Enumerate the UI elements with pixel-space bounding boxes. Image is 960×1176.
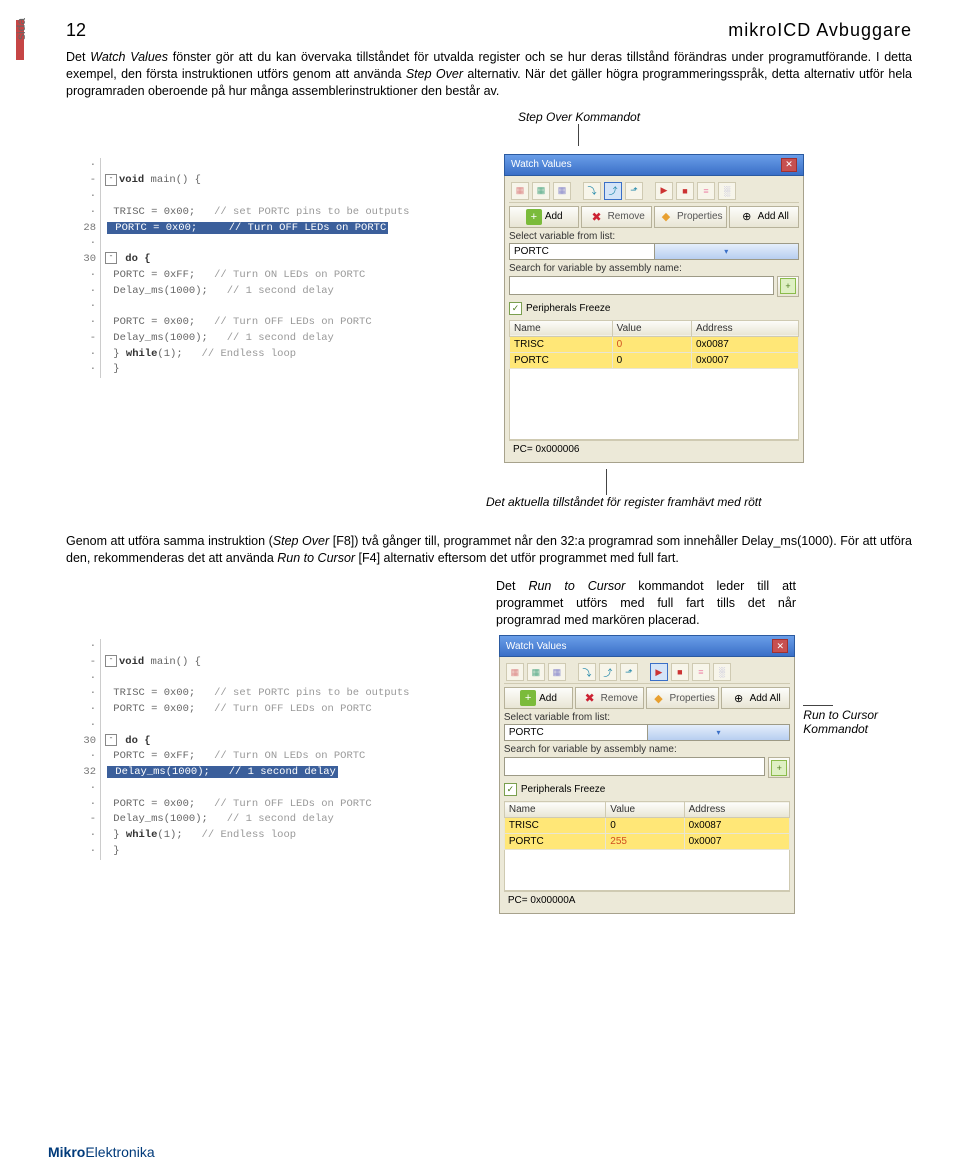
search-label: Search for variable by assembly name: [509, 263, 799, 274]
pc-status: PC= 0x00000A [504, 891, 790, 909]
properties-icon: ◆ [650, 690, 666, 706]
add-all-icon: ⊕ [739, 209, 755, 225]
table-empty-area [509, 369, 799, 440]
watch-table: NameValueAddress TRISC00x0087 PORTC2550x… [504, 801, 790, 850]
highlighted-line: Delay_ms(1000); // 1 second delay [107, 766, 338, 778]
step-into-icon[interactable]: ⤵ [578, 663, 596, 681]
properties-button[interactable]: ◆Properties [646, 687, 719, 709]
sida-label: sida [14, 18, 28, 40]
add-button[interactable]: +Add [504, 687, 573, 709]
table-row[interactable]: TRISC00x0087 [510, 336, 799, 352]
watch-table: NameValueAddress TRISC00x0087 PORTC00x00… [509, 320, 799, 369]
figure-2: · --void main() { · · TRISC = 0x00; // s… [66, 635, 912, 914]
properties-button[interactable]: ◆Properties [654, 206, 727, 228]
tool-icon[interactable]: ▦ [511, 182, 529, 200]
peripherals-freeze-checkbox[interactable]: ✓Peripherals Freeze [509, 302, 799, 315]
highlighted-line: PORTC = 0x00; // Turn OFF LEDs on PORTC [107, 222, 388, 234]
plus-small-icon: + [771, 760, 787, 776]
peripherals-freeze-checkbox[interactable]: ✓Peripherals Freeze [504, 783, 790, 796]
search-input[interactable] [509, 276, 774, 295]
stop-icon[interactable]: ■ [671, 663, 689, 681]
fold-icon[interactable]: - [105, 655, 117, 667]
fold-icon[interactable]: - [105, 734, 117, 746]
table-empty-area [504, 850, 790, 891]
page-number: 12 [66, 20, 86, 41]
close-icon[interactable]: ✕ [772, 639, 788, 653]
list-icon[interactable]: ≡ [692, 663, 710, 681]
close-icon[interactable]: ✕ [781, 158, 797, 172]
intro-paragraph: Det Watch Values fönster gör att du kan … [66, 49, 912, 100]
add-all-icon: ⊕ [731, 690, 747, 706]
variable-select[interactable]: PORTC▾ [509, 243, 799, 260]
add-button[interactable]: +Add [509, 206, 579, 228]
checkbox-icon: ✓ [509, 302, 522, 315]
watch-title-text: Watch Values [506, 641, 567, 652]
watch-toolbar: ▦ ▦ ▦ ⤵ ⤴ ⬏ ▶ ■ ≡ ░ [509, 180, 799, 203]
watch-values-panel-2: Watch Values ✕ ▦ ▦ ▦ ⤵ ⤴ ⬏ ▶ ■ ≡ ░ [499, 635, 795, 914]
watch-titlebar[interactable]: Watch Values ✕ [504, 154, 804, 176]
list-icon[interactable]: ≡ [697, 182, 715, 200]
search-go-button[interactable]: + [768, 757, 790, 778]
properties-icon: ◆ [658, 209, 674, 225]
fold-icon[interactable]: - [105, 174, 117, 186]
page: 12 mikroICD Avbuggare Det Watch Values f… [0, 0, 960, 934]
plus-small-icon: + [780, 278, 796, 294]
stop-icon[interactable]: ■ [676, 182, 694, 200]
pc-status: PC= 0x000006 [509, 440, 799, 458]
tool-icon[interactable]: ▦ [532, 182, 550, 200]
code-editor-2: · --void main() { · · TRISC = 0x00; // s… [66, 635, 491, 864]
plus-icon: + [520, 690, 536, 706]
step-into-icon[interactable]: ⤵ [583, 182, 601, 200]
watch-titlebar[interactable]: Watch Values ✕ [499, 635, 795, 657]
chevron-down-icon: ▾ [647, 725, 790, 740]
step-over-callout: Step Over Kommandot [246, 110, 912, 146]
remove-button[interactable]: ✖Remove [581, 206, 651, 228]
footer-brand: MikroElektronika [48, 1144, 155, 1160]
table-row[interactable]: PORTC00x0007 [510, 352, 799, 368]
step-out-icon[interactable]: ⬏ [620, 663, 638, 681]
tool-icon[interactable]: ▦ [553, 182, 571, 200]
watch-title-text: Watch Values [511, 159, 572, 170]
tool-icon[interactable]: ▦ [548, 663, 566, 681]
plus-icon: + [526, 209, 542, 225]
fold-icon[interactable]: - [105, 252, 117, 264]
tool-icon[interactable]: ▦ [506, 663, 524, 681]
config-icon[interactable]: ░ [718, 182, 736, 200]
page-title: mikroICD Avbuggare [728, 20, 912, 41]
checkbox-icon: ✓ [504, 783, 517, 796]
figure-1: · --void main() { · · TRISC = 0x00; // s… [66, 154, 912, 463]
search-input[interactable] [504, 757, 765, 776]
tool-icon[interactable]: ▦ [527, 663, 545, 681]
watch-values-panel-1: Watch Values ✕ ▦ ▦ ▦ ⤵ ⤴ ⬏ ▶ ■ ≡ ░ [504, 154, 804, 463]
config-icon[interactable]: ░ [713, 663, 731, 681]
add-all-button[interactable]: ⊕Add All [721, 687, 790, 709]
run-cursor-icon[interactable]: ▶ [655, 182, 673, 200]
step-over-icon[interactable]: ⤴ [604, 182, 622, 200]
table-row[interactable]: PORTC2550x0007 [504, 834, 789, 850]
paragraph-2: Genom att utföra samma instruktion (Step… [66, 533, 912, 567]
add-all-button[interactable]: ⊕Add All [729, 206, 799, 228]
register-callout: Det aktuella tillståndet för register fr… [486, 469, 912, 509]
select-label: Select variable from list: [509, 231, 799, 242]
step-over-icon[interactable]: ⤴ [599, 663, 617, 681]
paragraph-3: Det Run to Cursor kommandot leder till a… [496, 578, 796, 629]
run-cursor-icon[interactable]: ▶ [650, 663, 668, 681]
x-icon: ✖ [582, 690, 598, 706]
remove-button[interactable]: ✖Remove [575, 687, 644, 709]
x-icon: ✖ [589, 209, 605, 225]
variable-select[interactable]: PORTC▾ [504, 724, 790, 741]
table-row[interactable]: TRISC00x0087 [504, 818, 789, 834]
run-cursor-callout: Run to Cursor Kommandot [803, 635, 912, 736]
code-editor-1: · --void main() { · · TRISC = 0x00; // s… [66, 154, 496, 383]
step-out-icon[interactable]: ⬏ [625, 182, 643, 200]
chevron-down-icon: ▾ [654, 244, 799, 259]
search-go-button[interactable]: + [777, 276, 799, 297]
header: 12 mikroICD Avbuggare [66, 20, 912, 41]
